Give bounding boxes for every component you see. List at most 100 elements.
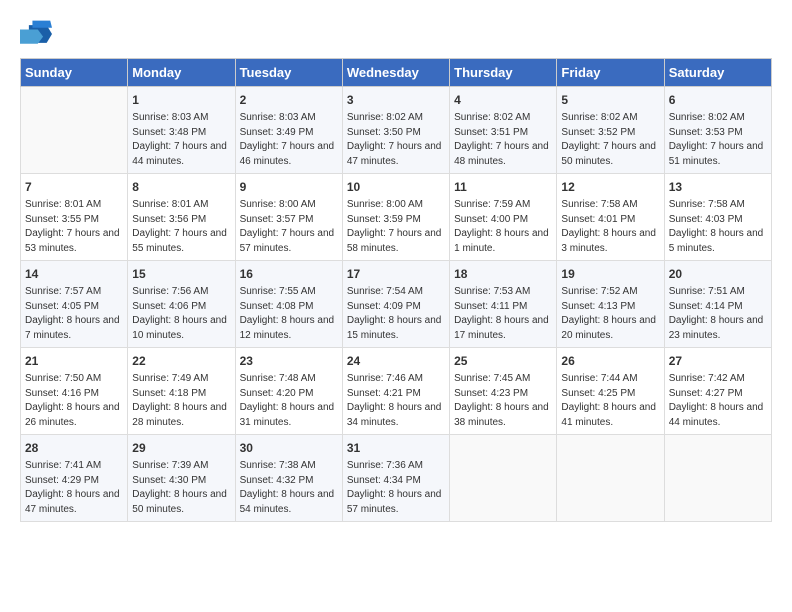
- weekday-header-sunday: Sunday: [21, 59, 128, 87]
- calendar-cell: [450, 435, 557, 522]
- day-number: 2: [240, 91, 338, 109]
- day-number: 4: [454, 91, 552, 109]
- day-info: Sunrise: 8:00 AMSunset: 3:59 PMDaylight:…: [347, 198, 445, 256]
- day-info: Sunrise: 8:02 AMSunset: 3:53 PMDaylight:…: [669, 111, 767, 169]
- day-number: 29: [132, 439, 230, 457]
- day-number: 8: [132, 178, 230, 196]
- day-info: Sunrise: 7:38 AMSunset: 4:32 PMDaylight:…: [240, 459, 338, 517]
- calendar-cell: 25 Sunrise: 7:45 AMSunset: 4:23 PMDayligh…: [450, 348, 557, 435]
- day-number: 13: [669, 178, 767, 196]
- day-number: 7: [25, 178, 123, 196]
- day-number: 30: [240, 439, 338, 457]
- calendar-cell: 10 Sunrise: 8:00 AMSunset: 3:59 PMDayligh…: [342, 174, 449, 261]
- day-info: Sunrise: 8:03 AMSunset: 3:48 PMDaylight:…: [132, 111, 230, 169]
- day-info: Sunrise: 8:02 AMSunset: 3:52 PMDaylight:…: [561, 111, 659, 169]
- weekday-header-thursday: Thursday: [450, 59, 557, 87]
- calendar-cell: 15 Sunrise: 7:56 AMSunset: 4:06 PMDayligh…: [128, 261, 235, 348]
- day-number: 16: [240, 265, 338, 283]
- day-info: Sunrise: 7:55 AMSunset: 4:08 PMDaylight:…: [240, 285, 338, 343]
- day-number: 5: [561, 91, 659, 109]
- calendar-cell: 3 Sunrise: 8:02 AMSunset: 3:50 PMDaylight…: [342, 87, 449, 174]
- calendar-cell: 4 Sunrise: 8:02 AMSunset: 3:51 PMDaylight…: [450, 87, 557, 174]
- day-info: Sunrise: 7:58 AMSunset: 4:01 PMDaylight:…: [561, 198, 659, 256]
- day-number: 14: [25, 265, 123, 283]
- day-info: Sunrise: 8:03 AMSunset: 3:49 PMDaylight:…: [240, 111, 338, 169]
- day-info: Sunrise: 7:42 AMSunset: 4:27 PMDaylight:…: [669, 372, 767, 430]
- day-info: Sunrise: 7:46 AMSunset: 4:21 PMDaylight:…: [347, 372, 445, 430]
- calendar-cell: 26 Sunrise: 7:44 AMSunset: 4:25 PMDayligh…: [557, 348, 664, 435]
- calendar-cell: [557, 435, 664, 522]
- week-row-2: 14 Sunrise: 7:57 AMSunset: 4:05 PMDayligh…: [21, 261, 772, 348]
- day-info: Sunrise: 7:51 AMSunset: 4:14 PMDaylight:…: [669, 285, 767, 343]
- day-number: 26: [561, 352, 659, 370]
- week-row-4: 28Sunrise: 7:41 AMSunset: 4:29 PMDayligh…: [21, 435, 772, 522]
- calendar-cell: [21, 87, 128, 174]
- logo-icon: [20, 20, 52, 48]
- day-number: 22: [132, 352, 230, 370]
- calendar-cell: 30 Sunrise: 7:38 AMSunset: 4:32 PMDayligh…: [235, 435, 342, 522]
- day-number: 15: [132, 265, 230, 283]
- weekday-header-monday: Monday: [128, 59, 235, 87]
- day-info: Sunrise: 7:56 AMSunset: 4:06 PMDaylight:…: [132, 285, 230, 343]
- day-number: 9: [240, 178, 338, 196]
- weekday-header-saturday: Saturday: [664, 59, 771, 87]
- day-number: 12: [561, 178, 659, 196]
- day-number: 24: [347, 352, 445, 370]
- week-row-3: 21Sunrise: 7:50 AMSunset: 4:16 PMDayligh…: [21, 348, 772, 435]
- day-info: Sunrise: 7:41 AMSunset: 4:29 PMDaylight:…: [25, 459, 123, 517]
- day-info: Sunrise: 7:54 AMSunset: 4:09 PMDaylight:…: [347, 285, 445, 343]
- calendar-cell: 21Sunrise: 7:50 AMSunset: 4:16 PMDayligh…: [21, 348, 128, 435]
- weekday-header-friday: Friday: [557, 59, 664, 87]
- page-header: [20, 20, 772, 48]
- calendar-cell: 16 Sunrise: 7:55 AMSunset: 4:08 PMDayligh…: [235, 261, 342, 348]
- calendar-cell: 18 Sunrise: 7:53 AMSunset: 4:11 PMDayligh…: [450, 261, 557, 348]
- day-number: 17: [347, 265, 445, 283]
- day-info: Sunrise: 7:59 AMSunset: 4:00 PMDaylight:…: [454, 198, 552, 256]
- calendar-cell: 12 Sunrise: 7:58 AMSunset: 4:01 PMDayligh…: [557, 174, 664, 261]
- calendar-cell: 7 Sunrise: 8:01 AMSunset: 3:55 PMDaylight…: [21, 174, 128, 261]
- day-info: Sunrise: 7:53 AMSunset: 4:11 PMDaylight:…: [454, 285, 552, 343]
- weekday-header-wednesday: Wednesday: [342, 59, 449, 87]
- week-row-0: 1 Sunrise: 8:03 AMSunset: 3:48 PMDaylight…: [21, 87, 772, 174]
- day-number: 11: [454, 178, 552, 196]
- day-info: Sunrise: 8:02 AMSunset: 3:50 PMDaylight:…: [347, 111, 445, 169]
- day-info: Sunrise: 8:02 AMSunset: 3:51 PMDaylight:…: [454, 111, 552, 169]
- day-number: 19: [561, 265, 659, 283]
- day-info: Sunrise: 7:57 AMSunset: 4:05 PMDaylight:…: [25, 285, 123, 343]
- day-info: Sunrise: 8:01 AMSunset: 3:55 PMDaylight:…: [25, 198, 123, 256]
- calendar-cell: 1 Sunrise: 8:03 AMSunset: 3:48 PMDaylight…: [128, 87, 235, 174]
- calendar-cell: 2 Sunrise: 8:03 AMSunset: 3:49 PMDaylight…: [235, 87, 342, 174]
- day-info: Sunrise: 7:49 AMSunset: 4:18 PMDaylight:…: [132, 372, 230, 430]
- day-number: 27: [669, 352, 767, 370]
- weekday-header-row: SundayMondayTuesdayWednesdayThursdayFrid…: [21, 59, 772, 87]
- calendar-cell: 23Sunrise: 7:48 AMSunset: 4:20 PMDayligh…: [235, 348, 342, 435]
- day-info: Sunrise: 7:44 AMSunset: 4:25 PMDaylight:…: [561, 372, 659, 430]
- day-info: Sunrise: 7:52 AMSunset: 4:13 PMDaylight:…: [561, 285, 659, 343]
- day-number: 1: [132, 91, 230, 109]
- calendar-cell: 13Sunrise: 7:58 AMSunset: 4:03 PMDayligh…: [664, 174, 771, 261]
- calendar-cell: 17 Sunrise: 7:54 AMSunset: 4:09 PMDayligh…: [342, 261, 449, 348]
- day-info: Sunrise: 7:48 AMSunset: 4:20 PMDaylight:…: [240, 372, 338, 430]
- day-info: Sunrise: 8:01 AMSunset: 3:56 PMDaylight:…: [132, 198, 230, 256]
- calendar-cell: 29 Sunrise: 7:39 AMSunset: 4:30 PMDayligh…: [128, 435, 235, 522]
- day-number: 25: [454, 352, 552, 370]
- day-number: 31: [347, 439, 445, 457]
- calendar-cell: 6Sunrise: 8:02 AMSunset: 3:53 PMDaylight…: [664, 87, 771, 174]
- day-info: Sunrise: 7:45 AMSunset: 4:23 PMDaylight:…: [454, 372, 552, 430]
- calendar-cell: 9 Sunrise: 8:00 AMSunset: 3:57 PMDaylight…: [235, 174, 342, 261]
- calendar-cell: 24 Sunrise: 7:46 AMSunset: 4:21 PMDayligh…: [342, 348, 449, 435]
- day-number: 18: [454, 265, 552, 283]
- day-info: Sunrise: 8:00 AMSunset: 3:57 PMDaylight:…: [240, 198, 338, 256]
- calendar-cell: 31 Sunrise: 7:36 AMSunset: 4:34 PMDayligh…: [342, 435, 449, 522]
- day-number: 3: [347, 91, 445, 109]
- calendar-cell: 19 Sunrise: 7:52 AMSunset: 4:13 PMDayligh…: [557, 261, 664, 348]
- calendar-cell: 11 Sunrise: 7:59 AMSunset: 4:00 PMDayligh…: [450, 174, 557, 261]
- day-number: 10: [347, 178, 445, 196]
- day-number: 21: [25, 352, 123, 370]
- calendar-cell: 27 Sunrise: 7:42 AMSunset: 4:27 PMDayligh…: [664, 348, 771, 435]
- day-info: Sunrise: 7:39 AMSunset: 4:30 PMDaylight:…: [132, 459, 230, 517]
- day-info: Sunrise: 7:36 AMSunset: 4:34 PMDaylight:…: [347, 459, 445, 517]
- calendar-cell: 14 Sunrise: 7:57 AMSunset: 4:05 PMDayligh…: [21, 261, 128, 348]
- weekday-header-tuesday: Tuesday: [235, 59, 342, 87]
- logo: [20, 20, 56, 48]
